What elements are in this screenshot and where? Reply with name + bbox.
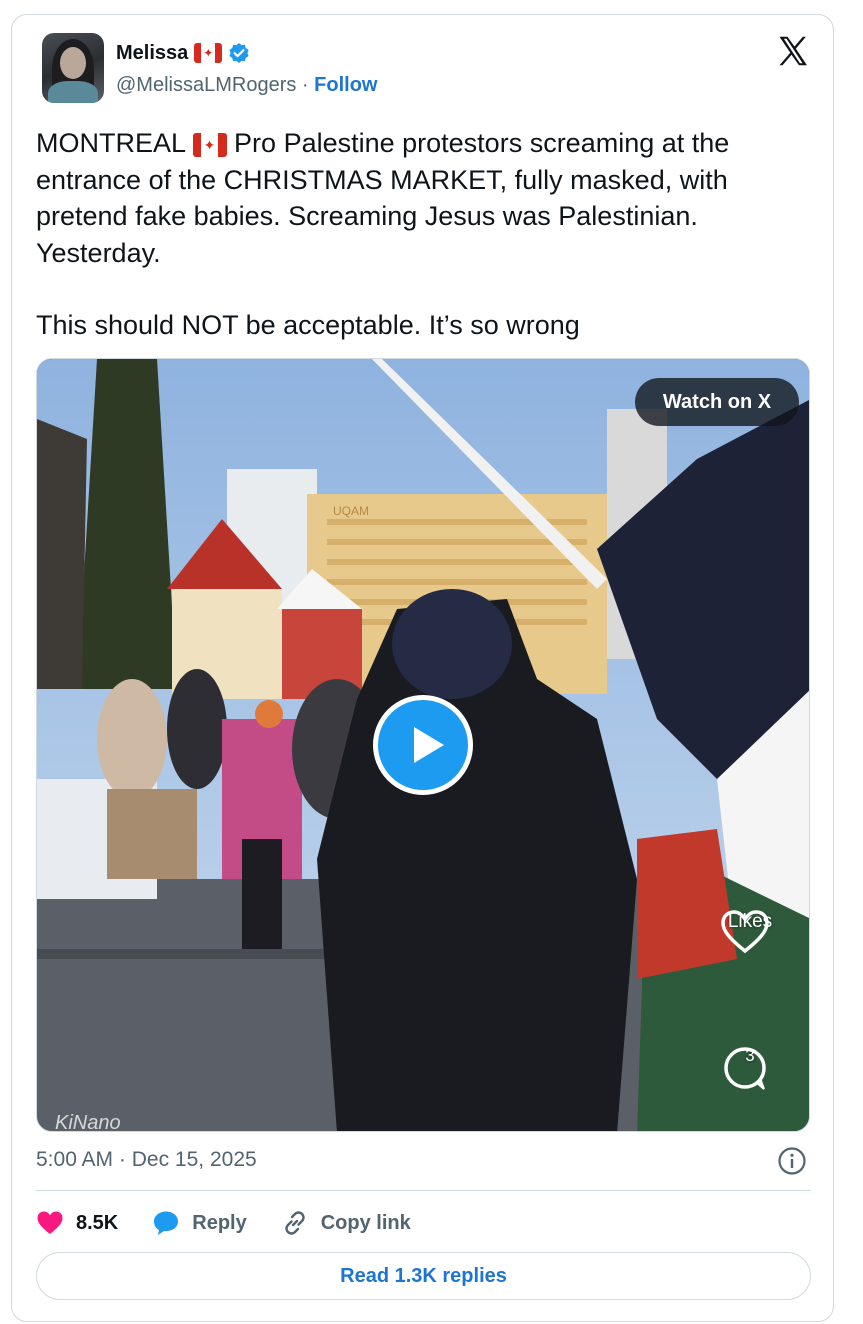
play-icon (414, 727, 444, 763)
reply-bubble-icon (154, 1211, 179, 1235)
reply-label: Reply (192, 1211, 247, 1234)
timestamp-separator: · (118, 1148, 126, 1171)
comment-bubble-icon (724, 1047, 766, 1090)
video-likes-overlay: Likes (720, 909, 780, 954)
tweet-paragraph-1: MONTREAL ✦ Pro Palestine protestors scre… (36, 128, 730, 268)
watch-on-x-button[interactable]: Watch on X (635, 378, 799, 426)
video-player[interactable]: UQAM KiNano Watch on X Likes 3 (36, 358, 810, 1132)
read-replies-button[interactable]: Read 1.3K replies (36, 1252, 811, 1300)
play-button[interactable] (373, 695, 473, 795)
video-comments-overlay: 3 (720, 1044, 780, 1090)
author-name-row[interactable]: Melissa ✦ (116, 38, 250, 68)
divider (36, 1190, 811, 1191)
building-sign-text: UQAM (333, 504, 369, 518)
author-handle[interactable]: @MelissaLMRogers (116, 74, 296, 96)
heart-outline-icon (721, 910, 769, 954)
author-name[interactable]: Melissa (116, 42, 188, 65)
copy-link-button[interactable]: Copy link (281, 1209, 411, 1237)
video-watermark: KiNano (55, 1112, 121, 1132)
canada-flag-icon: ✦ (192, 132, 227, 157)
handle-row: @MelissaLMRogers · Follow (116, 74, 377, 97)
copy-link-label: Copy link (320, 1211, 411, 1234)
action-bar: 8.5K Reply Copy link (36, 1204, 445, 1242)
heart-icon (37, 1211, 63, 1234)
like-button[interactable]: 8.5K (36, 1209, 118, 1237)
link-icon (285, 1211, 305, 1235)
follow-link[interactable]: Follow (314, 74, 377, 96)
verified-badge-icon (229, 43, 249, 63)
tweet-date: Dec 15, 2025 (131, 1148, 257, 1171)
canada-flag-icon: ✦ (194, 43, 223, 63)
handle-separator: · (301, 74, 309, 96)
tweet-timestamp[interactable]: 5:00 AM · Dec 15, 2025 (36, 1148, 257, 1172)
info-icon[interactable] (777, 1146, 807, 1176)
tweet-text: MONTREAL ✦ Pro Palestine protestors scre… (36, 125, 816, 344)
likes-count: 8.5K (76, 1211, 119, 1234)
reply-button[interactable]: Reply (152, 1209, 247, 1237)
x-logo-icon[interactable] (775, 33, 811, 69)
tweet-paragraph-2: This should NOT be acceptable. It’s so w… (36, 310, 580, 340)
avatar[interactable] (42, 33, 104, 103)
tweet-time: 5:00 AM (36, 1148, 114, 1171)
